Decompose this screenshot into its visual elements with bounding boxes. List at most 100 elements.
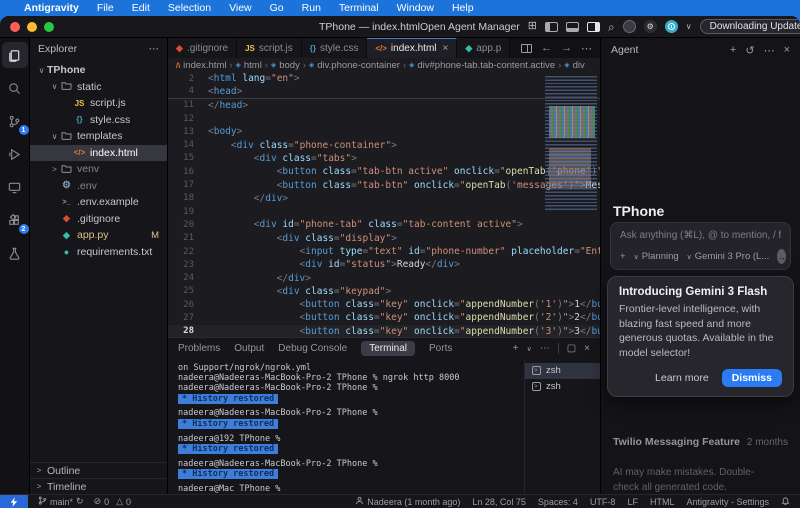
notifications-bell-icon[interactable]	[781, 496, 790, 507]
remote-indicator-icon[interactable]	[0, 495, 28, 508]
terminal-dropdown-chevron-icon[interactable]: ∨	[527, 345, 532, 353]
activitybar-search-icon[interactable]	[2, 75, 28, 101]
agent-input-box[interactable]: Ask anything (⌘L), @ to mention, / for w…	[610, 222, 791, 270]
code-line-15[interactable]: 15 <div class="tabs">	[168, 152, 600, 165]
planning-mode-dropdown[interactable]: ∨ Planning	[634, 251, 679, 262]
menu-item-help[interactable]: Help	[443, 2, 483, 14]
tab-gitignore[interactable]: ◆ .gitignore	[168, 38, 238, 58]
minimap[interactable]	[545, 76, 597, 210]
breadcrumb-html[interactable]: ◈ html	[235, 60, 261, 71]
navigate-back-icon[interactable]: ←	[541, 42, 552, 54]
send-message-icon[interactable]: →	[777, 249, 787, 264]
blame-author[interactable]: Nadeera (1 month ago)	[355, 496, 460, 507]
search-icon[interactable]: ⌕	[608, 21, 615, 33]
breadcrumb-file[interactable]: /\ index.html	[176, 60, 226, 71]
breadcrumb-phone-container[interactable]: ◈ div.phone-container	[309, 60, 400, 71]
close-agent-panel-icon[interactable]: ×	[784, 44, 790, 57]
tree-item--env[interactable]: ⚙ .env	[30, 178, 167, 195]
encoding-setting[interactable]: UTF-8	[590, 497, 616, 507]
tab-index-html[interactable]: </> index.html ×	[367, 38, 458, 58]
tree-item-script-js[interactable]: JS script.js	[30, 95, 167, 112]
tree-item-static[interactable]: ∨ static	[30, 79, 167, 96]
minimize-window-button[interactable]	[27, 21, 37, 32]
conversation-history-icon[interactable]: ↺	[745, 44, 754, 57]
language-mode[interactable]: HTML	[650, 497, 675, 507]
menu-item-file[interactable]: File	[88, 2, 123, 14]
panel-tab-debug-console[interactable]: Debug Console	[278, 343, 347, 354]
breadcrumb-div[interactable]: ◈ div	[564, 60, 585, 71]
open-agent-manager-button[interactable]: Open Agent Manager	[420, 21, 520, 33]
code-line-22[interactable]: 22 <input type="text" id="phone-number" …	[168, 245, 600, 258]
panel-tab-output[interactable]: Output	[234, 343, 264, 354]
dismiss-button[interactable]: Dismiss	[721, 368, 782, 387]
menu-item-go[interactable]: Go	[261, 2, 293, 14]
code-line-11[interactable]: 11 </head>	[168, 99, 600, 112]
maximize-panel-icon[interactable]: ▢	[567, 343, 576, 354]
terminal-output[interactable]: on Support/ngrok/ngrok.yml nadeera@Nadeer…	[168, 360, 524, 494]
code-line-13[interactable]: 13 <body>	[168, 125, 600, 138]
tree-chevron-icon[interactable]: >	[49, 165, 60, 174]
terminal-session-zsh[interactable]: > zsh	[525, 362, 600, 379]
chevron-down-icon[interactable]: ∨	[686, 22, 692, 31]
explorer-more-actions-icon[interactable]: ⋯	[149, 43, 160, 55]
tree-item-templates[interactable]: ∨ templates	[30, 128, 167, 145]
tree-item--env-example[interactable]: >_ .env.example	[30, 194, 167, 211]
activitybar-source-control-icon[interactable]: 1	[2, 108, 29, 135]
tree-item--gitignore[interactable]: ◆ .gitignore	[30, 211, 167, 228]
indentation-setting[interactable]: Spaces: 4	[538, 497, 578, 507]
cursor-position[interactable]: Ln 28, Col 75	[472, 497, 526, 507]
breadcrumb-phone-tab[interactable]: ◈ div#phone-tab.tab-content.active	[409, 60, 555, 71]
activitybar-extensions-icon[interactable]: 2	[2, 207, 29, 234]
close-tab-icon[interactable]: ×	[443, 43, 449, 54]
code-line-26[interactable]: 26 <button class="key" onclick="appendNu…	[168, 298, 600, 311]
tab-script-js[interactable]: JS script.js	[237, 38, 302, 58]
agent-more-actions-icon[interactable]: ⋯	[764, 44, 775, 57]
tree-item-style-css[interactable]: {} style.css	[30, 112, 167, 129]
tree-chevron-icon[interactable]: ∨	[49, 82, 60, 91]
update-clock-icon[interactable]	[664, 20, 678, 33]
panel-tab-terminal[interactable]: Terminal	[361, 341, 416, 357]
code-line-14[interactable]: 14 <div class="phone-container">	[168, 138, 600, 151]
code-editor[interactable]: 2 <html lang="en"> 4 <head> 11 </head> 12 13 <bo…	[168, 72, 600, 337]
navigate-forward-icon[interactable]: →	[561, 42, 572, 54]
code-line-27[interactable]: 27 <button class="key" onclick="appendNu…	[168, 311, 600, 324]
breadcrumb-body[interactable]: ◈ body	[271, 60, 300, 71]
terminal-session-zsh[interactable]: > zsh	[525, 379, 600, 395]
close-window-button[interactable]	[10, 21, 20, 32]
panel-more-actions-icon[interactable]: ⋯	[540, 343, 550, 354]
code-line-16[interactable]: 16 <button class="tab-btn active" onclic…	[168, 165, 600, 178]
menu-item-window[interactable]: Window	[388, 2, 443, 14]
browser-icon[interactable]	[622, 20, 636, 33]
menu-item-run[interactable]: Run	[293, 2, 330, 14]
code-line-12[interactable]: 12	[168, 112, 600, 125]
toggle-primary-sidebar-icon[interactable]	[545, 21, 559, 32]
zoom-window-button[interactable]	[44, 21, 54, 32]
attach-context-icon[interactable]: +	[620, 251, 626, 262]
downloading-update-button[interactable]: Downloading Update	[699, 19, 800, 34]
agent-manager-icon[interactable]: ⊞	[528, 21, 537, 32]
code-line-17[interactable]: 17 <button class="tab-btn" onclick="open…	[168, 178, 600, 191]
code-line-24[interactable]: 24 </div>	[168, 271, 600, 284]
activitybar-testing-icon[interactable]	[2, 240, 28, 266]
activitybar-remote-explorer-icon[interactable]	[2, 174, 28, 200]
learn-more-link[interactable]: Learn more	[655, 372, 709, 384]
code-line-20[interactable]: 20 <div id="phone-tab" class="tab-conten…	[168, 218, 600, 231]
tree-item-index-html[interactable]: </> index.html	[30, 144, 167, 161]
split-editor-icon[interactable]	[521, 43, 532, 53]
tree-item-requirements-txt[interactable]: ● requirements.txt	[30, 244, 167, 261]
code-line-2[interactable]: 2 <html lang="en">	[168, 72, 600, 85]
menu-app-name[interactable]: Antigravity	[10, 2, 88, 14]
code-line-23[interactable]: 23 <div id="status">Ready</div>	[168, 258, 600, 271]
menu-item-edit[interactable]: Edit	[123, 2, 159, 14]
conversation-history-item[interactable]: Twilio Messaging Feature 2 months	[613, 436, 788, 448]
panel-tab-problems[interactable]: Problems	[178, 343, 220, 354]
menu-item-view[interactable]: View	[220, 2, 261, 14]
tree-item-venv[interactable]: > venv	[30, 161, 167, 178]
tree-item-tphone[interactable]: ∨ TPhone	[30, 62, 167, 79]
problems-indicator[interactable]: ⊘ 0 △ 0	[94, 496, 132, 507]
menu-item-terminal[interactable]: Terminal	[330, 2, 388, 14]
code-line-18[interactable]: 18 </div>	[168, 192, 600, 205]
toggle-secondary-sidebar-icon[interactable]	[587, 21, 601, 32]
tree-chevron-icon[interactable]: ∨	[49, 132, 60, 141]
branch-indicator[interactable]: main* ↻	[38, 496, 84, 507]
